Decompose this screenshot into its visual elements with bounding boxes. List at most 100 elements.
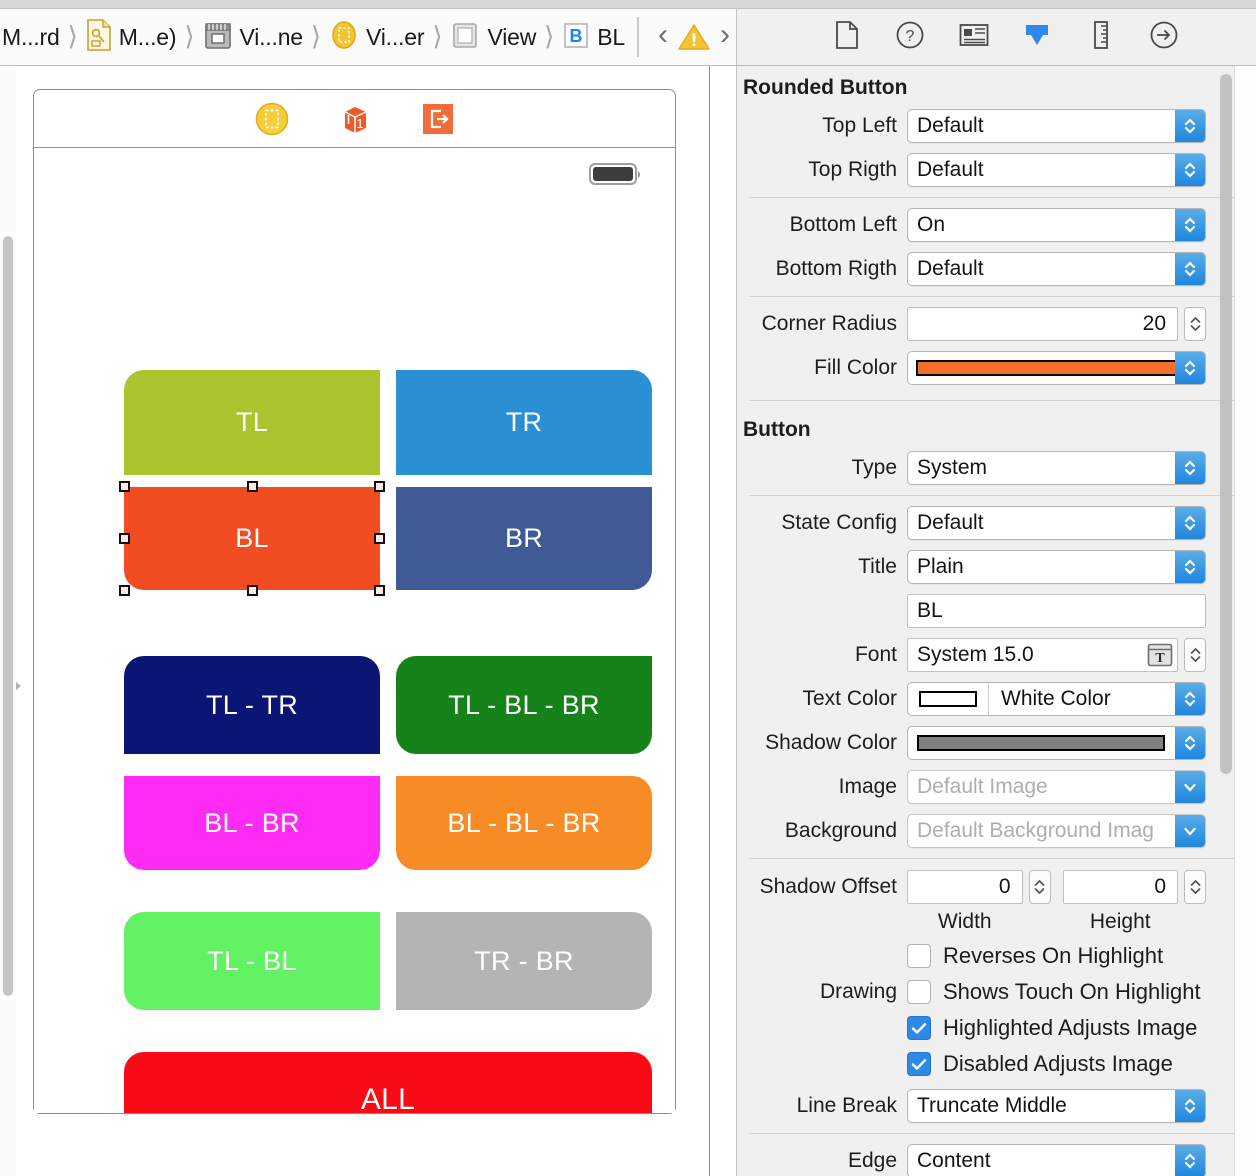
breadcrumb-item-view-controller[interactable]: Vi...er [327, 9, 426, 65]
top-left-popup[interactable]: Default [907, 109, 1206, 143]
selection-handle[interactable] [247, 481, 258, 492]
chevron-updown-icon [1175, 1145, 1205, 1176]
state-config-popup[interactable]: Default [907, 506, 1206, 540]
top-bar: M...rd ⟩ M...e) ⟩ Vi...ne ⟩ Vi...er ⟩ Vi… [0, 0, 1256, 66]
next-issue-button[interactable]: › [711, 20, 736, 50]
edge-popup[interactable]: Content [907, 1144, 1206, 1176]
font-picker-icon[interactable]: T [1147, 642, 1173, 668]
first-responder-icon[interactable]: 1 [336, 100, 374, 138]
checkbox-shows-touch-on-highlight[interactable] [907, 980, 931, 1004]
breadcrumb-item-button[interactable]: B BL [560, 9, 627, 65]
selection-handle[interactable] [119, 481, 130, 492]
canvas-button-blblbr[interactable]: BL - BL - BR [396, 776, 652, 870]
breadcrumb-item-storyboard[interactable]: M...rd [0, 9, 62, 65]
checkbox-highlighted-adjusts-image[interactable] [907, 1016, 931, 1040]
canvas-button-br[interactable]: BR [396, 487, 652, 590]
exit-icon[interactable] [419, 100, 457, 138]
selection-handle[interactable] [119, 532, 130, 544]
shadow-offset-height-input[interactable]: 0 [1062, 870, 1178, 904]
warning-triangle-icon[interactable] [677, 22, 711, 52]
selection-handle[interactable] [374, 585, 385, 596]
breadcrumb-item-view[interactable]: View [448, 9, 538, 65]
canvas-button-tltr[interactable]: TL - TR [124, 656, 380, 754]
breadcrumb-label: View [487, 23, 537, 50]
chevron-updown-icon [1175, 452, 1205, 484]
canvas-button-tlblbr[interactable]: TL - BL - BR [396, 656, 652, 754]
device-screen[interactable]: TL TR BL BR TL - TR TL - BL - BR BL - BR BL - B… [34, 148, 675, 1113]
text-color-well[interactable]: White Color [907, 682, 1206, 716]
attributes-inspector-panel[interactable]: Rounded Button Top Left Default Top Rigt… [736, 66, 1256, 1176]
font-size-stepper[interactable] [1184, 638, 1206, 672]
divider [749, 296, 1244, 297]
background-combo[interactable]: Default Background Imag [907, 814, 1206, 848]
previous-issue-button[interactable]: ‹ [649, 20, 677, 50]
canvas-button-all[interactable]: ALL [124, 1052, 652, 1113]
label-title: Title [858, 555, 897, 578]
row-drawing-2: Highlighted Adjusts Image [737, 1010, 1256, 1046]
selection-handle[interactable] [247, 585, 258, 596]
canvas-button-tl[interactable]: TL [124, 370, 380, 475]
label-image: Image [838, 775, 897, 798]
shadow-offset-height-stepper[interactable] [1184, 870, 1206, 904]
bottom-left-value: On [917, 213, 946, 236]
type-popup[interactable]: System [907, 451, 1206, 485]
line-break-popup[interactable]: Truncate Middle [907, 1089, 1206, 1123]
canvas-button-blbr[interactable]: BL - BR [124, 776, 380, 870]
title-text-input[interactable]: BL [907, 594, 1206, 628]
canvas-button-tr[interactable]: TR [396, 370, 652, 475]
breadcrumb-separator-icon: ⟩ [67, 20, 78, 51]
attributes-inspector-tab[interactable] [1017, 17, 1057, 57]
breadcrumb-separator-icon: ⟩ [310, 20, 322, 51]
canvas-scrollbar[interactable] [0, 66, 16, 1176]
chevron-updown-icon [1175, 507, 1205, 539]
view-controller-icon[interactable] [253, 100, 291, 138]
breadcrumb-item-scene[interactable]: Vi...ne [201, 9, 305, 65]
shadow-offset-width-stepper[interactable] [1028, 870, 1051, 904]
file-inspector-tab[interactable] [827, 17, 867, 57]
row-fill-color: Fill Color [737, 348, 1256, 388]
corner-radius-input[interactable]: 20 [907, 307, 1178, 341]
button-icon: B [562, 19, 590, 56]
editor-divider [709, 66, 710, 1176]
top-right-popup[interactable]: Default [907, 153, 1206, 187]
size-inspector-tab[interactable] [1081, 17, 1121, 57]
selection-handle[interactable] [374, 481, 385, 492]
shadow-color-well[interactable] [907, 726, 1206, 760]
image-combo[interactable]: Default Image [907, 770, 1206, 804]
canvas-button-tlbl[interactable]: TL - BL [124, 912, 380, 1010]
label-background: Background [784, 819, 897, 842]
chevron-updown-icon [1175, 551, 1205, 583]
canvas-scrollbar-thumb[interactable] [3, 236, 13, 996]
label-top-right: Top Rigth [808, 158, 897, 181]
bottom-left-popup[interactable]: On [907, 208, 1206, 242]
connections-inspector-tab[interactable] [1144, 17, 1184, 57]
row-top-left: Top Left Default [737, 106, 1256, 146]
row-background: Background Default Background Imag [737, 811, 1256, 851]
fill-color-well[interactable] [907, 351, 1206, 385]
selection-handle[interactable] [119, 585, 130, 596]
shadow-offset-width-input[interactable]: 0 [907, 870, 1023, 904]
font-field[interactable]: System 15.0 T [907, 638, 1178, 672]
breadcrumb-label: Vi...ne [239, 23, 304, 50]
view-controller-scene[interactable]: 1 TL TR BL BR TL - TR TL - BL - BR BL - … [33, 89, 676, 1114]
canvas-button-bl[interactable]: BL [124, 487, 380, 590]
identity-inspector-tab[interactable] [954, 17, 994, 57]
inspector-scrollbar-thumb[interactable] [1220, 74, 1232, 774]
title-style-popup[interactable]: Plain [907, 550, 1206, 584]
label-line-break: Line Break [796, 1094, 897, 1117]
bottom-right-popup[interactable]: Default [907, 252, 1206, 286]
interface-builder-canvas[interactable]: 1 TL TR BL BR TL - TR TL - BL - BR BL - … [0, 66, 710, 1176]
quick-help-inspector-tab[interactable]: ? [890, 17, 930, 57]
shadow-color-swatch [917, 735, 1165, 751]
checkbox-disabled-adjusts-image[interactable] [907, 1052, 931, 1076]
corner-radius-stepper[interactable] [1184, 307, 1206, 341]
selection-handle[interactable] [374, 532, 385, 544]
breadcrumb-item-file[interactable]: M...e) [84, 9, 179, 65]
canvas-button-trbr[interactable]: TR - BR [396, 912, 652, 1010]
label-corner-radius: Corner Radius [761, 312, 897, 335]
label-fill-color: Fill Color [814, 356, 897, 379]
edge-value: Content [917, 1149, 991, 1172]
checkbox-reverses-on-highlight[interactable] [907, 944, 931, 968]
section-title-rounded-button: Rounded Button [743, 76, 908, 99]
row-shadow-color: Shadow Color [737, 723, 1256, 763]
